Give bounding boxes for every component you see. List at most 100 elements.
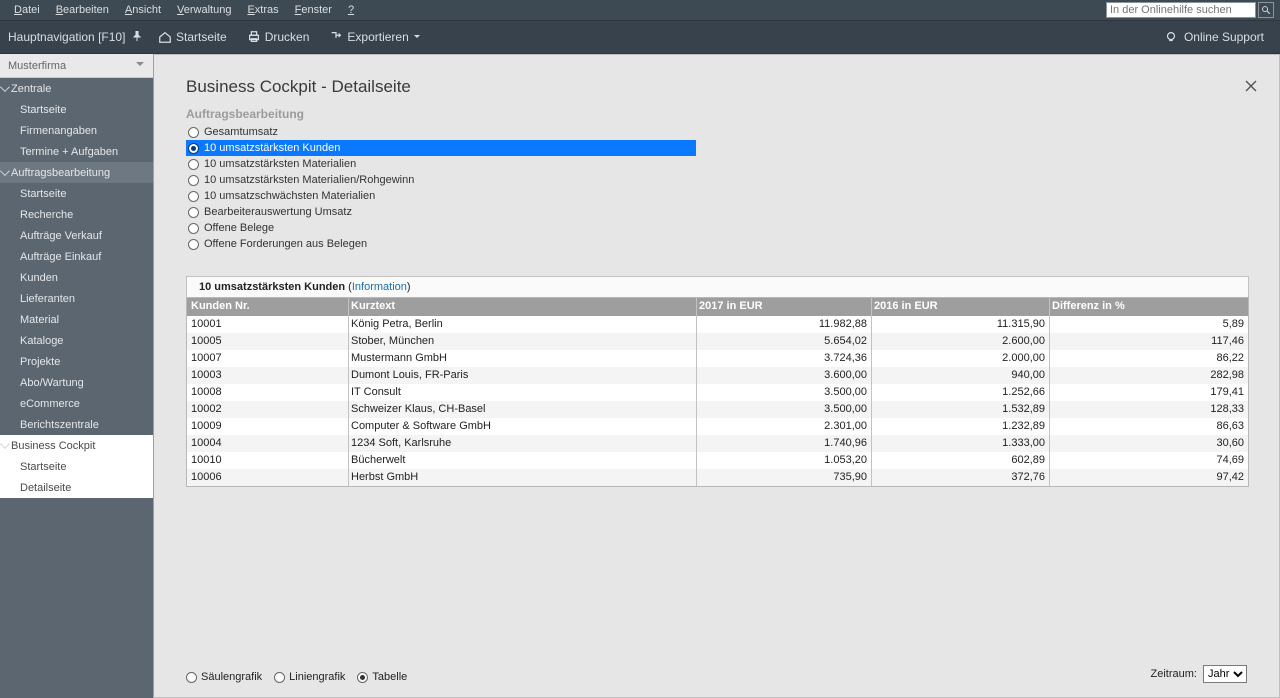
view-mode-radios: Säulengrafik Liniengrafik Tabelle	[186, 671, 407, 683]
radio-icon	[188, 223, 199, 234]
cell: Computer & Software GmbH	[349, 418, 697, 435]
company-name: Musterfirma	[8, 60, 66, 72]
menu-verwaltung[interactable]: Verwaltung	[169, 0, 239, 20]
cell: 2.000,00	[872, 350, 1050, 367]
table-row[interactable]: 10002Schweizer Klaus, CH-Basel3.500,001.…	[187, 401, 1248, 418]
report-option[interactable]: 10 umsatzstärksten Kunden	[186, 140, 696, 156]
sidebar-item-auftragsbearbeitung[interactable]: Auftragsbearbeitung	[0, 162, 153, 183]
sidebar-item-startseite[interactable]: Startseite	[0, 456, 153, 477]
table-row[interactable]: 10008IT Consult3.500,001.252,66179,41	[187, 384, 1248, 401]
col-2016[interactable]: 2016 in EUR	[872, 298, 1050, 316]
view-mode-tabelle[interactable]: Tabelle	[357, 671, 407, 683]
sidebar-item-auftr-ge-einkauf[interactable]: Aufträge Einkauf	[0, 246, 153, 267]
menu-bearbeiten[interactable]: Bearbeiten	[48, 0, 117, 20]
sidebar-item-kunden[interactable]: Kunden	[0, 267, 153, 288]
data-table: Kunden Nr. Kurztext 2017 in EUR 2016 in …	[186, 297, 1249, 487]
table-row[interactable]: 10009Computer & Software GmbH2.301,001.2…	[187, 418, 1248, 435]
cell: 117,46	[1050, 333, 1248, 350]
report-option[interactable]: 10 umsatzstärksten Materialien/Rohgewinn	[186, 172, 1265, 188]
search-icon	[1261, 5, 1271, 15]
cell: 2.301,00	[697, 418, 872, 435]
print-icon	[247, 30, 261, 44]
cell: 735,90	[697, 469, 872, 486]
table-row[interactable]: 10006Herbst GmbH735,90372,7697,42	[187, 469, 1248, 486]
nav-tree: ZentraleStartseiteFirmenangabenTermine +…	[0, 78, 153, 698]
cell: 10010	[187, 452, 349, 469]
close-icon	[1245, 80, 1257, 92]
table-header: Kunden Nr. Kurztext 2017 in EUR 2016 in …	[187, 298, 1248, 316]
menu-extras[interactable]: Extras	[239, 0, 286, 20]
close-button[interactable]	[1245, 80, 1259, 94]
view-mode-säulengrafik[interactable]: Säulengrafik	[186, 671, 262, 683]
report-option[interactable]: 10 umsatzschwächsten Materialien	[186, 188, 1265, 204]
table-subheading: 10 umsatzstärksten Kunden (Information)	[186, 276, 1249, 297]
cell: 97,42	[1050, 469, 1248, 486]
sidebar-item-auftr-ge-verkauf[interactable]: Aufträge Verkauf	[0, 225, 153, 246]
radio-icon	[188, 207, 199, 218]
table-row[interactable]: 10010Bücherwelt1.053,20602,8974,69	[187, 452, 1248, 469]
cell: 11.982,88	[697, 316, 872, 333]
sidebar-item-kataloge[interactable]: Kataloge	[0, 330, 153, 351]
table-row[interactable]: 10003Dumont Louis, FR-Paris3.600,00940,0…	[187, 367, 1248, 384]
report-option[interactable]: Bearbeiterauswertung Umsatz	[186, 204, 1265, 220]
sidebar-item-lieferanten[interactable]: Lieferanten	[0, 288, 153, 309]
sidebar-item-abo-wartung[interactable]: Abo/Wartung	[0, 372, 153, 393]
report-option[interactable]: Offene Forderungen aus Belegen	[186, 236, 1265, 252]
period-select[interactable]: Jahr	[1203, 665, 1247, 683]
company-selector[interactable]: Musterfirma	[0, 54, 153, 78]
menu-fenster[interactable]: Fenster	[287, 0, 340, 20]
col-diff[interactable]: Differenz in %	[1050, 298, 1248, 316]
report-option[interactable]: Offene Belege	[186, 220, 1265, 236]
cell: 74,69	[1050, 452, 1248, 469]
view-mode-liniengrafik[interactable]: Liniengrafik	[274, 671, 345, 683]
nav-toggle[interactable]: Hauptnavigation [F10]	[8, 30, 148, 44]
cell: 3.500,00	[697, 401, 872, 418]
report-option[interactable]: Gesamtumsatz	[186, 124, 1265, 140]
cell: 1.333,00	[872, 435, 1050, 452]
cell: 10003	[187, 367, 349, 384]
sidebar-item-startseite[interactable]: Startseite	[0, 183, 153, 204]
online-support-label: Online Support	[1184, 30, 1264, 44]
report-option[interactable]: 10 umsatzstärksten Materialien	[186, 156, 1265, 172]
toolbar-print[interactable]: Drucken	[237, 30, 320, 44]
sidebar-item-detailseite[interactable]: Detailseite	[0, 477, 153, 498]
toolbar-export[interactable]: Exportieren	[319, 30, 430, 44]
table-row[interactable]: 10005Stober, München5.654,022.600,00117,…	[187, 333, 1248, 350]
col-kundennr[interactable]: Kunden Nr.	[187, 298, 349, 316]
radio-icon	[188, 191, 199, 202]
radio-icon	[188, 175, 199, 186]
help-search	[1106, 2, 1274, 18]
help-search-input[interactable]	[1106, 2, 1256, 18]
online-support[interactable]: Online Support	[1156, 30, 1272, 44]
cell: 3.724,36	[697, 350, 872, 367]
cell: 128,33	[1050, 401, 1248, 418]
cell: König Petra, Berlin	[349, 316, 697, 333]
sidebar-item-termine-aufgaben[interactable]: Termine + Aufgaben	[0, 141, 153, 162]
subheading-title: 10 umsatzstärksten Kunden	[199, 281, 345, 293]
information-link[interactable]: Information	[352, 281, 407, 293]
table-row[interactable]: 10007Mustermann GmbH3.724,362.000,0086,2…	[187, 350, 1248, 367]
menu-ansicht[interactable]: Ansicht	[117, 0, 169, 20]
table-row[interactable]: 10001König Petra, Berlin11.982,8811.315,…	[187, 316, 1248, 333]
table-row[interactable]: 100041234 Soft, Karlsruhe1.740,961.333,0…	[187, 435, 1248, 452]
help-search-go[interactable]	[1258, 2, 1274, 18]
sidebar-item-firmenangaben[interactable]: Firmenangaben	[0, 120, 153, 141]
pin-icon[interactable]	[132, 30, 142, 44]
menu-?[interactable]: ?	[340, 0, 362, 20]
report-option-label: Bearbeiterauswertung Umsatz	[204, 206, 352, 218]
period-selector: Zeitraum: Jahr	[1151, 665, 1247, 683]
report-option-label: Gesamtumsatz	[204, 126, 278, 138]
col-kurztext[interactable]: Kurztext	[349, 298, 697, 316]
menu-datei[interactable]: Datei	[6, 0, 48, 20]
radio-icon	[186, 672, 197, 683]
col-2017[interactable]: 2017 in EUR	[697, 298, 872, 316]
sidebar-item-berichtszentrale[interactable]: Berichtszentrale	[0, 414, 153, 435]
toolbar-start[interactable]: Startseite	[148, 30, 237, 44]
sidebar-item-recherche[interactable]: Recherche	[0, 204, 153, 225]
sidebar-item-material[interactable]: Material	[0, 309, 153, 330]
sidebar-item-ecommerce[interactable]: eCommerce	[0, 393, 153, 414]
sidebar-item-business-cockpit[interactable]: Business Cockpit	[0, 435, 153, 456]
sidebar-item-projekte[interactable]: Projekte	[0, 351, 153, 372]
sidebar-item-zentrale[interactable]: Zentrale	[0, 78, 153, 99]
sidebar-item-startseite[interactable]: Startseite	[0, 99, 153, 120]
